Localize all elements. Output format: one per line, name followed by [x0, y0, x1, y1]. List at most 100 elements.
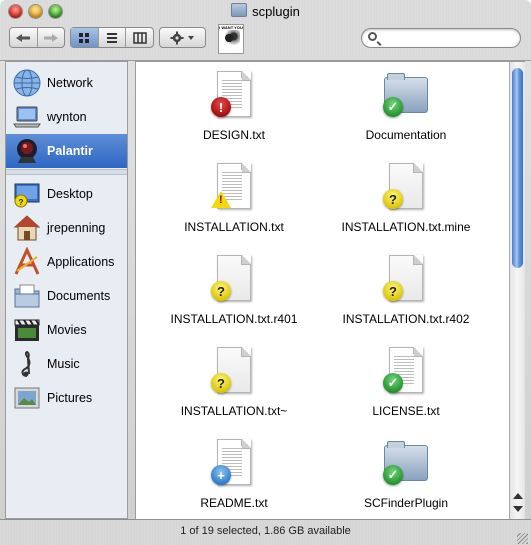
file-item[interactable]: ✓ Documentation	[316, 64, 496, 152]
action-menu-button[interactable]	[159, 27, 206, 48]
finder-window: scplugin I WANT YOU Network wynton Palan…	[0, 0, 531, 545]
sidebar-item-label: jrepenning	[47, 221, 106, 235]
conflict-badge-icon: !	[211, 97, 231, 117]
sidebar-item-applications[interactable]: Applications	[6, 245, 127, 279]
normal-badge-icon: ✓	[383, 373, 403, 393]
back-button[interactable]	[10, 28, 37, 47]
network-globe-icon	[13, 69, 41, 97]
list-view-icon	[107, 32, 117, 43]
sidebar-item-label: wynton	[47, 110, 87, 124]
sidebar-item-label: Movies	[47, 323, 87, 337]
document-icon: !	[211, 163, 257, 211]
sidebar-item-palantir[interactable]: Palantir	[6, 134, 127, 168]
title-bar[interactable]: scplugin I WANT YOU	[0, 0, 531, 61]
unversioned-badge-icon: ?	[383, 189, 403, 209]
warning-badge-icon: !	[211, 191, 231, 208]
file-item[interactable]: + README.txt	[144, 432, 324, 520]
file-name: INSTALLATION.txt	[184, 220, 284, 234]
file-name: SCFinderPlugin	[363, 496, 449, 510]
applications-icon	[14, 247, 40, 275]
document-icon: ?	[211, 347, 257, 395]
scroll-down-arrow-icon[interactable]	[513, 506, 523, 512]
file-name: INSTALLATION.txt.r401	[170, 312, 298, 326]
folder-icon: ✓	[383, 439, 429, 487]
scroll-thumb[interactable]	[512, 68, 523, 268]
file-item[interactable]: ! DESIGN.txt	[144, 64, 324, 152]
vertical-scrollbar[interactable]	[509, 61, 525, 519]
search-input[interactable]	[382, 31, 516, 47]
home-icon	[13, 215, 41, 241]
icon-view-icon	[79, 32, 90, 43]
resize-grip-icon[interactable]	[517, 533, 528, 544]
sidebar: Network wynton Palantir ? Desktop jrepen…	[5, 61, 128, 519]
folder-icon	[231, 3, 248, 17]
sidebar-item-label: Applications	[47, 255, 115, 269]
document-icon: +	[211, 439, 257, 487]
laptop-icon	[13, 106, 41, 128]
svg-text:?: ?	[19, 198, 24, 207]
document-icon: ?	[383, 255, 429, 303]
window-title: scplugin	[0, 3, 531, 19]
sidebar-item-desktop[interactable]: ? Desktop	[6, 177, 127, 211]
view-mode-group	[70, 27, 154, 48]
list-view-button[interactable]	[97, 28, 126, 47]
desktop-icon: ?	[14, 183, 40, 208]
file-browser-pane[interactable]: ! DESIGN.txt ✓ Documentation ! INSTALLAT…	[135, 61, 509, 519]
sidebar-item-label: Desktop	[47, 187, 93, 201]
file-item[interactable]: ? INSTALLATION.txt.r402	[316, 248, 496, 336]
sidebar-item-label: Network	[47, 76, 93, 90]
file-item[interactable]: ✓ SCFinderPlugin	[316, 432, 496, 520]
sidebar-item-network[interactable]: Network	[6, 66, 127, 100]
sidebar-item-label: Palantir	[47, 144, 93, 158]
forward-button[interactable]	[36, 28, 65, 47]
sidebar-divider[interactable]	[6, 169, 127, 175]
window-title-text: scplugin	[252, 4, 300, 19]
sidebar-item-label: Pictures	[47, 391, 93, 405]
document-icon: !	[211, 71, 257, 119]
sidebar-item-music[interactable]: Music	[6, 347, 127, 381]
sidebar-item-movies[interactable]: Movies	[6, 313, 127, 347]
file-name: README.txt	[200, 496, 268, 510]
sidebar-item-documents[interactable]: Documents	[6, 279, 127, 313]
cow-picture-icon	[222, 30, 240, 46]
sidebar-item-wynton[interactable]: wynton	[6, 100, 127, 134]
file-name: INSTALLATION.txt.mine	[341, 220, 471, 234]
folder-icon: ✓	[383, 71, 429, 119]
sidebar-item-label: Documents	[47, 289, 111, 303]
document-icon: ?	[211, 255, 257, 303]
file-item[interactable]: ? INSTALLATION.txt.mine	[316, 156, 496, 244]
column-view-button[interactable]	[125, 28, 153, 47]
file-name: Documentation	[365, 128, 447, 142]
file-name: INSTALLATION.txt~	[180, 404, 288, 418]
file-item[interactable]: ✓ LICENSE.txt	[316, 340, 496, 428]
added-badge-icon: +	[211, 465, 231, 485]
search-icon	[368, 32, 377, 41]
gear-icon	[170, 31, 194, 44]
pictures-icon	[14, 387, 40, 409]
file-name: DESIGN.txt	[202, 128, 265, 142]
movies-icon	[14, 319, 40, 341]
normal-badge-icon: ✓	[383, 465, 403, 485]
unversioned-badge-icon: ?	[211, 373, 231, 393]
search-field[interactable]	[361, 28, 521, 48]
normal-badge-icon: ✓	[383, 97, 403, 117]
status-bar: 1 of 19 selected, 1.86 GB available	[0, 519, 531, 545]
file-item[interactable]: ! INSTALLATION.txt	[144, 156, 324, 244]
documents-icon	[14, 284, 40, 308]
document-icon: ✓	[383, 347, 429, 395]
unversioned-badge-icon: ?	[211, 281, 231, 301]
sidebar-item-home[interactable]: jrepenning	[6, 211, 127, 245]
unversioned-badge-icon: ?	[383, 281, 403, 301]
back-arrow-icon	[16, 33, 31, 42]
scroll-up-arrow-icon[interactable]	[513, 493, 523, 499]
toolbar-custom-image[interactable]: I WANT YOU	[218, 24, 244, 54]
sidebar-item-pictures[interactable]: Pictures	[6, 381, 127, 415]
forward-arrow-icon	[43, 33, 58, 42]
file-item[interactable]: ? INSTALLATION.txt~	[144, 340, 324, 428]
file-item[interactable]: ? INSTALLATION.txt.r401	[144, 248, 324, 336]
palantir-icon	[17, 139, 37, 163]
icon-view-button[interactable]	[71, 28, 98, 47]
sidebar-item-label: Music	[47, 357, 80, 371]
document-icon: ?	[383, 163, 429, 211]
column-view-icon	[132, 31, 147, 44]
